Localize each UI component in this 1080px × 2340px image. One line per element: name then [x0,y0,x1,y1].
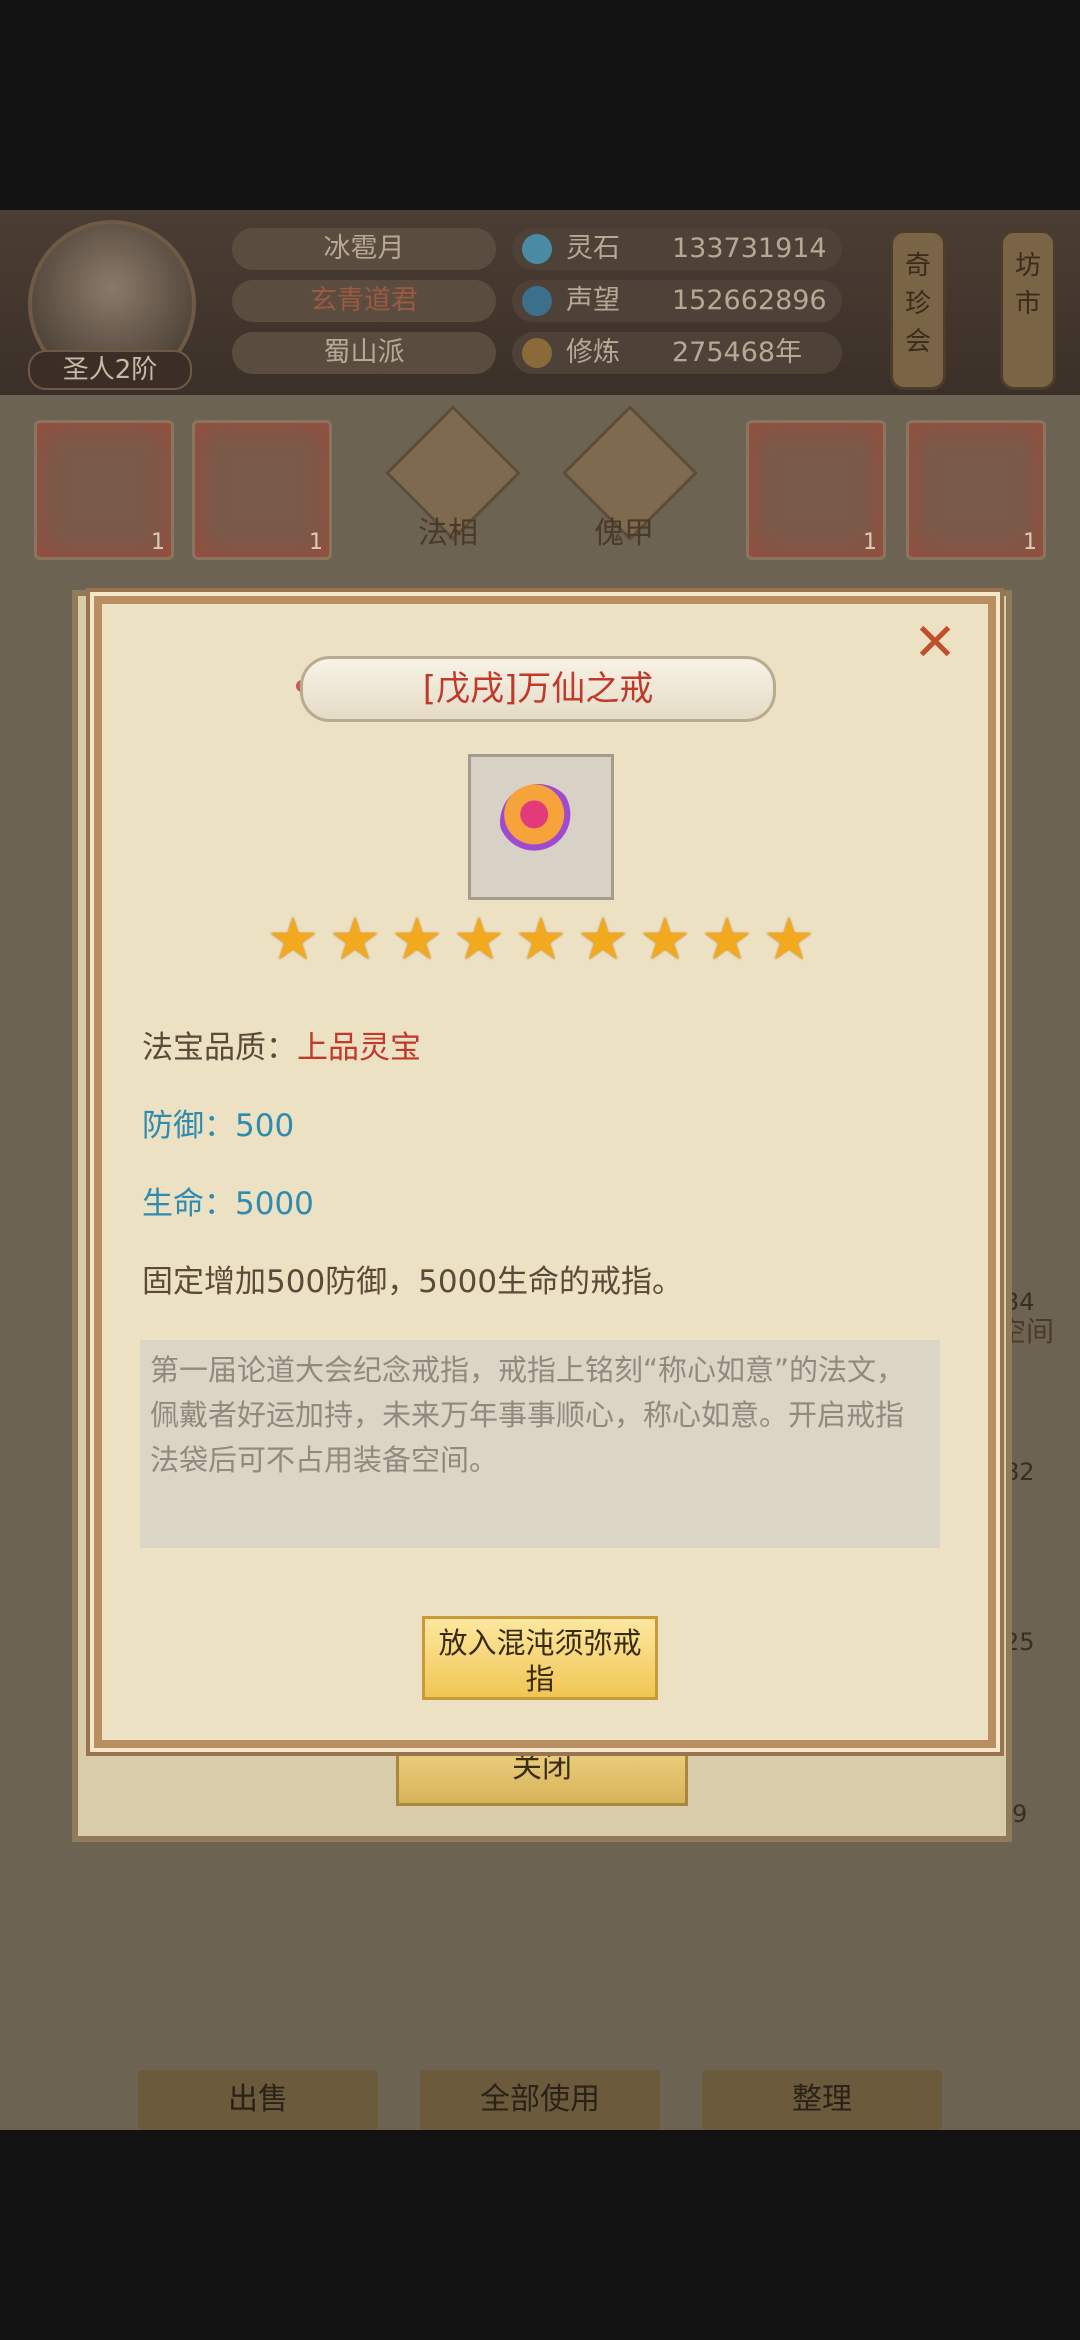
star-icon: ★ [577,905,629,973]
star-icon: ★ [515,905,567,973]
kuijia-label: 傀甲 [594,516,654,551]
equip-slot[interactable]: 1 [746,420,886,560]
lantern-market[interactable]: 坊市 [1000,230,1056,390]
star-icon: ★ [639,905,691,973]
sell-button[interactable]: 出售 [138,2070,378,2130]
defense-stat: 防御：500 [142,1108,295,1144]
quality-value: 上品灵宝 [297,1030,421,1066]
resource-spirit-stone: 灵石 133731914 [512,228,842,270]
quality-line: 法宝品质：上品灵宝 [142,1022,421,1067]
star-icon: ★ [763,905,815,973]
use-all-button[interactable]: 全部使用 [420,2070,660,2130]
sect-name: 蜀山派 [232,332,496,374]
star-rating: ★ ★ ★ ★ ★ ★ ★ ★ ★ [266,905,816,973]
spirit-stone-icon [522,234,552,264]
bottom-bar [0,2130,1080,2340]
star-icon: ★ [391,905,443,973]
close-icon[interactable]: ✕ [910,617,960,669]
description-text: 第一届论道大会纪念戒指，戒指上铭刻“称心如意”的法文，佩戴者好运加持，未来万年事… [150,1353,906,1477]
organize-button[interactable]: 整理 [702,2070,942,2130]
item-title: [戊戌]万仙之戒 [300,656,776,722]
player-name: 冰雹月 [232,228,496,270]
quality-label: 法宝品质： [142,1030,297,1066]
effect-text: 固定增加500防御，5000生命的戒指。 [142,1264,684,1300]
player-header: 圣人2阶 冰雹月 玄青道君 蜀山派 灵石 133731914 声望 152662… [0,210,1080,395]
ring-icon [500,784,576,860]
reputation-icon [522,286,552,316]
equip-slot[interactable]: 1 [192,420,332,560]
star-icon: ★ [267,905,319,973]
star-icon: ★ [701,905,753,973]
resource-cultivation: 修炼 275468年 [512,332,842,374]
rank-badge: 圣人2阶 [28,350,192,390]
life-stat: 生命：5000 [142,1186,314,1222]
equip-slot[interactable]: 1 [906,420,1046,560]
faxiang-label: 法相 [418,516,478,551]
resource-reputation: 声望 152662896 [512,280,842,322]
item-count: 9 [1012,1800,1028,1828]
put-in-ring-button[interactable]: 放入混沌须弥戒指 [422,1616,658,1700]
top-bar [0,0,1080,210]
star-icon: ★ [453,905,505,973]
lantern-treasure-fair[interactable]: 奇珍会 [890,230,946,390]
title-name: 玄青道君 [232,280,496,322]
equip-slot[interactable]: 1 [34,420,174,560]
cultivation-icon [522,338,552,368]
star-icon: ★ [329,905,381,973]
